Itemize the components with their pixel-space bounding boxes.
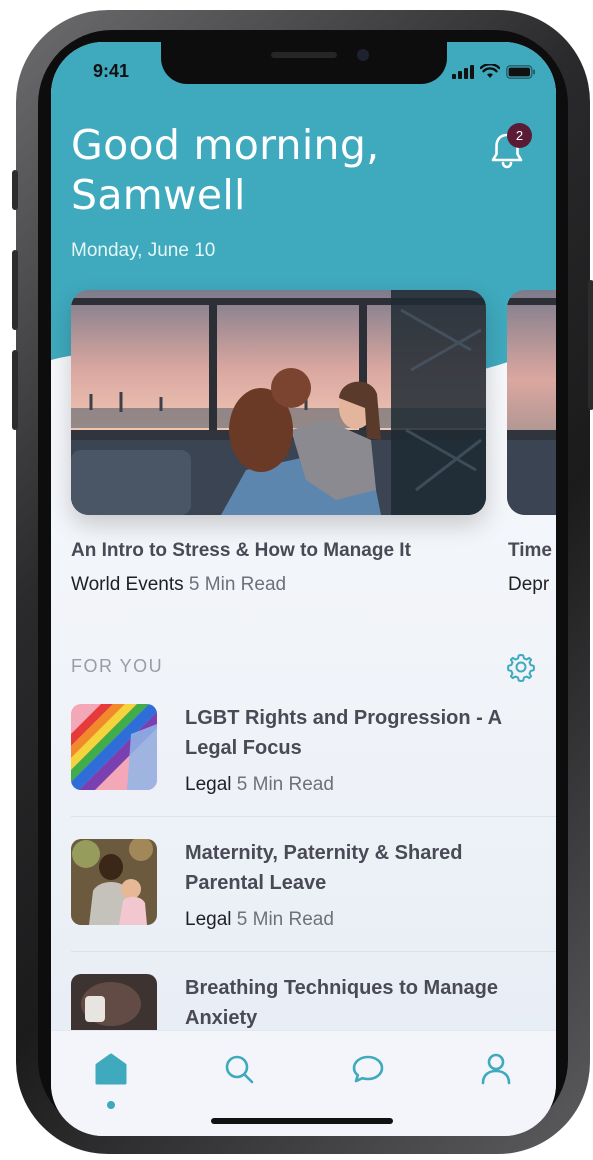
list-item-thumbnail	[71, 839, 157, 925]
featured-card-next[interactable]	[507, 290, 556, 515]
list-item-title: Breathing Techniques to Manage Anxiety	[185, 977, 498, 1029]
volume-up-button	[12, 250, 18, 330]
volume-down-button	[12, 350, 18, 430]
gear-icon[interactable]	[506, 652, 536, 682]
featured-image-next	[507, 290, 556, 515]
chat-icon[interactable]	[348, 1049, 388, 1089]
search-icon[interactable]	[219, 1049, 259, 1089]
greeting-title: Good morning, Samwell	[71, 121, 380, 219]
featured-title[interactable]: An Intro to Stress & How to Manage It	[71, 540, 411, 562]
featured-title-next[interactable]: Time	[508, 540, 552, 562]
status-icons	[452, 64, 536, 79]
featured-category-next: Depr	[508, 574, 550, 595]
list-divider	[71, 951, 556, 952]
rainbow-flag-image	[71, 704, 157, 790]
home-icon[interactable]	[91, 1049, 131, 1089]
profile-icon[interactable]	[476, 1049, 516, 1089]
featured-card[interactable]	[71, 290, 486, 515]
parent-child-image	[71, 839, 157, 925]
featured-read-time: 5 Min Read	[188, 574, 287, 595]
featured-image	[71, 290, 486, 515]
home-indicator[interactable]	[211, 1118, 393, 1124]
notification-badge: 2	[507, 123, 532, 148]
list-item-title: Maternity, Paternity & Shared Parental L…	[185, 842, 463, 894]
list-item-category: Legal	[185, 909, 232, 930]
signal-icon	[452, 64, 474, 79]
for-you-title: FOR YOU	[71, 656, 164, 676]
list-item-title: LGBT Rights and Progression - A Legal Fo…	[185, 707, 502, 759]
front-camera	[357, 49, 369, 61]
list-item-read-time: 5 Min Read	[236, 909, 334, 930]
list-item-thumbnail	[71, 704, 157, 790]
list-item-category: Legal	[185, 774, 232, 795]
list-item[interactable]: Maternity, Paternity & Shared Parental L…	[71, 839, 536, 959]
wifi-icon	[480, 64, 500, 78]
active-tab-indicator	[107, 1101, 115, 1109]
list-item-meta: Legal 5 Min Read	[185, 909, 334, 931]
status-time: 9:41	[93, 61, 130, 81]
mute-switch	[12, 170, 18, 210]
list-divider	[71, 816, 556, 817]
notch	[161, 42, 447, 84]
battery-icon	[506, 64, 535, 79]
featured-category: World Events	[71, 574, 184, 595]
date-label: Monday, June 10	[71, 240, 216, 261]
featured-meta: World Events 5 Min Read	[71, 574, 286, 596]
list-item[interactable]: LGBT Rights and Progression - A Legal Fo…	[71, 704, 536, 824]
app-screen: 9:41 Good morning, Samwell Monday, June …	[51, 42, 556, 1136]
list-item-read-time: 5 Min Read	[236, 774, 334, 795]
power-button	[588, 280, 593, 410]
earpiece	[271, 52, 337, 58]
list-item-meta: Legal 5 Min Read	[185, 774, 334, 796]
